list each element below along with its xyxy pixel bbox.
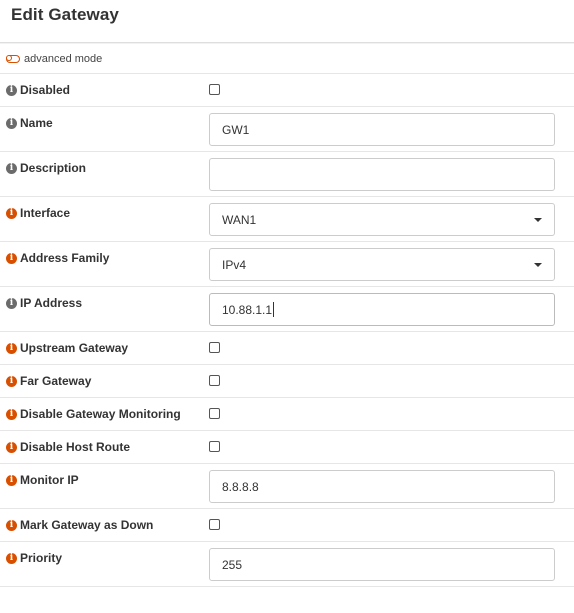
info-circle-icon[interactable]: i	[6, 117, 17, 129]
info-circle-icon[interactable]: i	[6, 375, 17, 387]
info-circle-icon[interactable]: i	[6, 408, 17, 420]
info-circle-icon[interactable]: i	[6, 252, 17, 264]
info-circle-icon[interactable]: i	[6, 162, 17, 174]
advanced-mode-toggle[interactable]: advanced mode	[0, 43, 574, 74]
row-name: i Name GW1	[0, 107, 574, 152]
advanced-mode-label: advanced mode	[24, 52, 103, 65]
monitor-ip-input[interactable]: 8.8.8.8	[209, 470, 555, 503]
toggle-off-icon[interactable]	[6, 54, 20, 63]
field-label: Far Gateway	[20, 374, 92, 388]
info-circle-icon[interactable]: i	[6, 474, 17, 486]
row-monitor-ip: i Monitor IP 8.8.8.8	[0, 464, 574, 509]
field-label: Disable Gateway Monitoring	[20, 407, 181, 421]
row-disable-monitoring: i Disable Gateway Monitoring	[0, 398, 574, 431]
info-circle-icon[interactable]: i	[6, 297, 17, 309]
field-label: Upstream Gateway	[20, 341, 129, 355]
row-disable-host-route: i Disable Host Route	[0, 431, 574, 464]
row-upstream-gateway: i Upstream Gateway	[0, 332, 574, 365]
row-far-gateway: i Far Gateway	[0, 365, 574, 398]
edit-gateway-form: Edit Gateway advanced mode i Disabled i …	[0, 0, 574, 613]
text-cursor	[273, 302, 275, 317]
caret-down-icon	[534, 263, 542, 267]
field-label: Description	[20, 161, 87, 175]
field-label: Name	[20, 116, 53, 130]
field-label: Disable Host Route	[20, 440, 131, 454]
ip-address-input[interactable]: 10.88.1.1	[209, 293, 555, 326]
page-title: Edit Gateway	[11, 5, 119, 24]
field-label: Interface	[20, 206, 71, 220]
field-label: Disabled	[20, 83, 71, 97]
field-label: Address Family	[20, 251, 110, 265]
field-label: Mark Gateway as Down	[20, 518, 154, 532]
row-description: i Description	[0, 152, 574, 197]
info-circle-icon[interactable]: i	[6, 342, 17, 354]
disabled-checkbox[interactable]	[209, 84, 220, 95]
description-input[interactable]	[209, 158, 555, 191]
far-gateway-checkbox[interactable]	[209, 375, 220, 386]
info-circle-icon[interactable]: i	[6, 207, 17, 219]
row-disabled: i Disabled	[0, 74, 574, 107]
disable-monitoring-checkbox[interactable]	[209, 408, 220, 419]
upstream-gateway-checkbox[interactable]	[209, 342, 220, 353]
field-label: Priority	[20, 551, 63, 565]
info-circle-icon[interactable]: i	[6, 519, 17, 531]
caret-down-icon	[534, 218, 542, 222]
row-ip-address: i IP Address 10.88.1.1	[0, 287, 574, 332]
name-input[interactable]: GW1	[209, 113, 555, 146]
row-mark-down: i Mark Gateway as Down	[0, 509, 574, 542]
interface-select[interactable]: WAN1	[209, 203, 555, 236]
row-interface: i Interface WAN1	[0, 197, 574, 242]
disable-host-route-checkbox[interactable]	[209, 441, 220, 452]
row-priority: i Priority 255	[0, 542, 574, 587]
info-circle-icon[interactable]: i	[6, 84, 17, 96]
priority-input[interactable]: 255	[209, 548, 555, 581]
info-circle-icon[interactable]: i	[6, 441, 17, 453]
field-label: IP Address	[20, 296, 83, 310]
field-label: Monitor IP	[20, 473, 79, 487]
info-circle-icon[interactable]: i	[6, 552, 17, 564]
row-address-family: i Address Family IPv4	[0, 242, 574, 287]
address-family-select[interactable]: IPv4	[209, 248, 555, 281]
form-header: Edit Gateway	[0, 0, 574, 43]
mark-down-checkbox[interactable]	[209, 519, 220, 530]
